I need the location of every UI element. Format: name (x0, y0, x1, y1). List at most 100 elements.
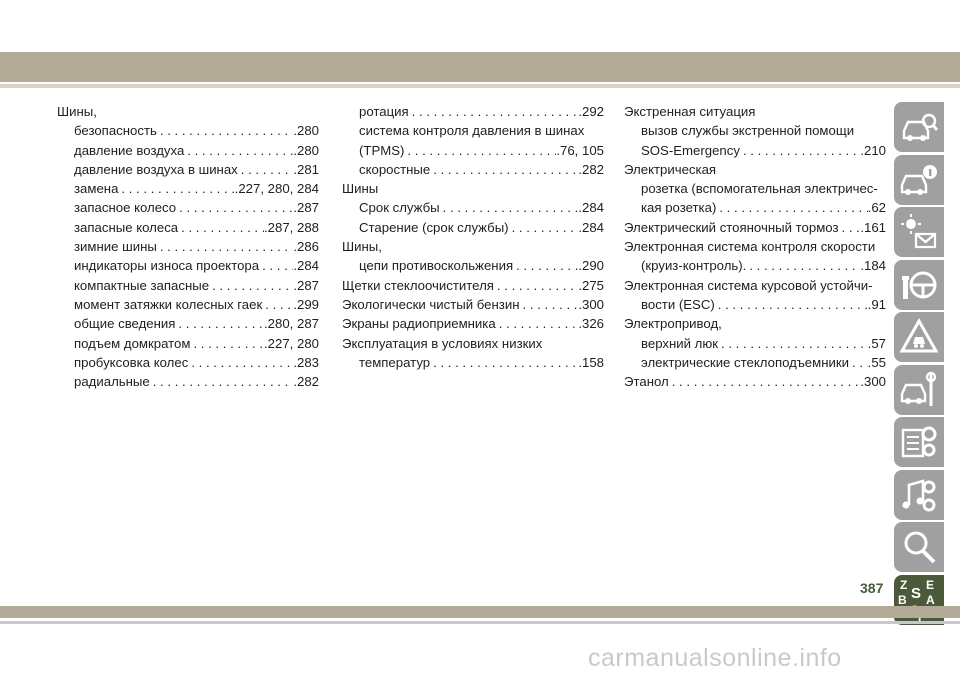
index-entry-page-ref[interactable]: .282 (293, 372, 319, 391)
dot-leader (238, 160, 294, 179)
index-entry: скоростные .282 (342, 160, 604, 179)
index-entry: Шины, (57, 102, 319, 121)
index-entry-page-ref[interactable]: .281 (293, 160, 319, 179)
index-letter-e: E (926, 577, 935, 592)
index-letter-s: S (911, 584, 922, 602)
bottom-footer-band (0, 606, 960, 618)
index-entry-page-ref[interactable]: .280, 287 (264, 314, 319, 333)
index-entry-page-ref[interactable]: .284 (578, 198, 604, 217)
index-entry-term: компактные запасные (74, 277, 210, 293)
index-entry-term: Старение (срок службы) (359, 219, 509, 235)
index-entry-page-ref[interactable]: .227, 280 (264, 334, 319, 353)
tab-car-wrench[interactable] (894, 364, 944, 415)
index-entry: температур .158 (342, 353, 604, 372)
dot-leader (513, 256, 578, 275)
index-entry-page-ref[interactable]: .62 (868, 198, 886, 217)
car-info-icon (900, 164, 937, 195)
tab-car-search[interactable] (894, 102, 944, 152)
tab-magnifier[interactable] (894, 522, 944, 572)
index-entry-page-ref[interactable]: .299 (293, 295, 319, 314)
index-entry-page-ref[interactable]: .227, 280, 284 (235, 179, 319, 198)
index-column-2: ротация .292 система контроля давления в ш… (342, 102, 604, 372)
index-entry-term: Срок службы (359, 200, 440, 216)
index-entry-page-ref[interactable]: .292 (578, 102, 604, 121)
tab-music-gear[interactable] (894, 469, 944, 520)
index-entry-page-ref[interactable]: .287 (293, 198, 319, 217)
tab-warning-triangle[interactable] (894, 312, 944, 362)
dot-leader (496, 314, 579, 333)
index-entry-term: безопасность (74, 123, 157, 139)
dot-leader (430, 160, 578, 179)
warning-triangle-icon (899, 317, 939, 353)
index-entry-page-ref[interactable]: .76, 105 (556, 141, 604, 160)
index-entry-page-ref[interactable]: .300 (578, 295, 604, 314)
index-entry: Шины (342, 179, 604, 198)
index-entry-page-ref[interactable]: .284 (293, 256, 319, 275)
index-entry-page-ref[interactable]: .290 (578, 256, 604, 275)
index-entry-page-ref[interactable]: .210 (860, 141, 886, 160)
dot-leader (718, 334, 868, 353)
index-entry-term: пробуксовка колес (74, 354, 189, 370)
warning-lights-icon (901, 214, 937, 249)
index-entry-page-ref[interactable]: .287, 288 (264, 218, 319, 237)
index-entry-page-ref[interactable]: .280 (293, 141, 319, 160)
index-entry: общие сведения .280, 287 (57, 314, 319, 333)
index-entry: кая розетка) .62 (624, 198, 886, 217)
tab-car-info[interactable] (894, 154, 944, 205)
index-column-1: Шины, безопасность .280 давление воздуха .28… (57, 102, 319, 391)
index-entry-page-ref[interactable]: .300 (860, 372, 886, 391)
dot-leader (262, 295, 293, 314)
index-entry: Экраны радиоприемника .326 (342, 314, 604, 333)
index-entry-page-ref[interactable]: .55 (868, 353, 886, 372)
index-entry-page-ref[interactable]: .283 (293, 353, 319, 372)
index-entry-page-ref[interactable]: .280 (293, 121, 319, 140)
index-entry-page-ref[interactable]: .286 (293, 237, 319, 256)
index-entry-term: давление воздуха (74, 142, 185, 158)
index-letter-z: Z (900, 577, 908, 592)
index-entry-page-ref[interactable]: .57 (868, 334, 886, 353)
index-entry-page-ref[interactable]: .91 (868, 295, 886, 314)
index-entry-term: ротация (359, 104, 409, 119)
index-entry: вости (ESC) .91 (624, 295, 886, 314)
index-entry: Срок службы .284 (342, 198, 604, 217)
tab-warning-lights[interactable] (894, 207, 944, 257)
index-entry: цепи противоскольжения .290 (342, 256, 604, 275)
index-entry: момент затяжки колесных гаек .299 (57, 295, 319, 314)
index-entry: розетка (вспомогательная электричес- (624, 179, 886, 198)
index-entry: индикаторы износа проектора .284 (57, 256, 319, 275)
dot-leader (190, 334, 264, 353)
index-entry-page-ref[interactable]: .287 (293, 276, 319, 295)
dot-leader (494, 276, 578, 295)
bottom-footer-line (0, 621, 960, 624)
index-entry-page-ref[interactable]: .161 (860, 218, 886, 237)
dot-leader (440, 198, 579, 217)
index-entry-page-ref[interactable]: .284 (578, 218, 604, 237)
index-entry: радиальные .282 (57, 372, 319, 391)
index-entry: система контроля давления в шинах (342, 121, 604, 140)
dot-leader (746, 256, 860, 275)
dot-leader (430, 353, 578, 372)
index-entry: безопасность .280 (57, 121, 319, 140)
index-entry-term: SOS-Emergency (641, 142, 740, 158)
dot-leader (716, 198, 867, 217)
tab-spec-gear[interactable] (894, 417, 944, 467)
index-column-3: Экстренная ситуация вызов службы экстренн… (624, 102, 886, 391)
index-entry-term: Этанол (624, 374, 669, 390)
index-entry: замена .227, 280, 284 (57, 179, 319, 198)
index-entry: Электронная система контроля скорости (624, 237, 886, 256)
index-entry-page-ref[interactable]: .184 (860, 256, 886, 275)
index-entry: запасные колеса .287, 288 (57, 218, 319, 237)
dot-leader (404, 141, 556, 160)
index-entry-page-ref[interactable]: .275 (578, 276, 604, 295)
index-entry-page-ref[interactable]: .158 (578, 353, 604, 372)
car-wrench-icon (900, 371, 937, 406)
index-entry-term: верхний люк (641, 335, 719, 351)
index-entry: Эксплуатация в условиях низких (342, 334, 604, 353)
dot-leader (849, 353, 868, 372)
index-entry-page-ref[interactable]: .326 (578, 314, 604, 333)
index-entry-page-ref[interactable]: .282 (578, 160, 604, 179)
index-entry-term: радиальные (74, 374, 150, 390)
index-entry-term: подъем домкратом (74, 335, 191, 351)
tab-steering-wheel[interactable] (894, 259, 944, 310)
index-entry-term: Эксплуатация в условиях низких (342, 335, 543, 351)
